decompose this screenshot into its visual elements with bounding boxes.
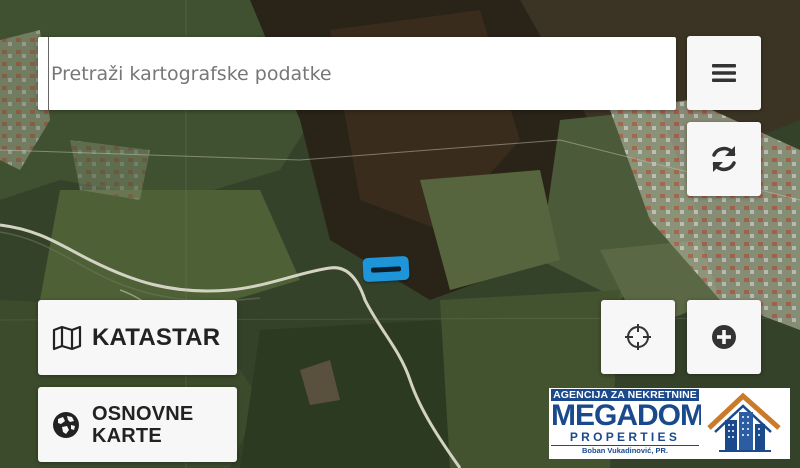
katastar-label: KATASTAR	[92, 323, 221, 351]
locate-button[interactable]	[601, 300, 675, 374]
crosshair-icon	[625, 324, 651, 350]
plus-circle-icon	[712, 325, 736, 349]
logo-line-owner: Boban Vukadinović, PR.	[582, 446, 668, 455]
location-marker[interactable]	[362, 255, 410, 283]
osnovne-karte-label: OSNOVNE KARTE	[92, 402, 194, 447]
katastar-button[interactable]: KATASTAR	[38, 300, 237, 375]
hamburger-menu-icon	[712, 64, 736, 82]
globe-icon	[53, 411, 79, 438]
search-input[interactable]	[48, 37, 676, 110]
refresh-icon	[712, 146, 736, 172]
agency-logo: AGENCIJA ZA NEKRETNINE MEGADOM PROPERTIE…	[549, 388, 790, 459]
zoom-in-button[interactable]	[687, 300, 761, 374]
logo-line-megadom: MEGADOM	[551, 399, 705, 432]
refresh-button[interactable]	[687, 122, 761, 196]
building-logo-icon	[701, 388, 790, 459]
map-icon	[52, 325, 82, 350]
osnovne-karte-button[interactable]: OSNOVNE KARTE	[38, 387, 237, 462]
menu-button[interactable]	[687, 36, 761, 110]
logo-line-properties: PROPERTIES	[569, 430, 681, 444]
logo-text: AGENCIJA ZA NEKRETNINE MEGADOM PROPERTIE…	[549, 388, 705, 459]
marker-bar	[370, 265, 402, 273]
search-bar	[38, 37, 676, 110]
